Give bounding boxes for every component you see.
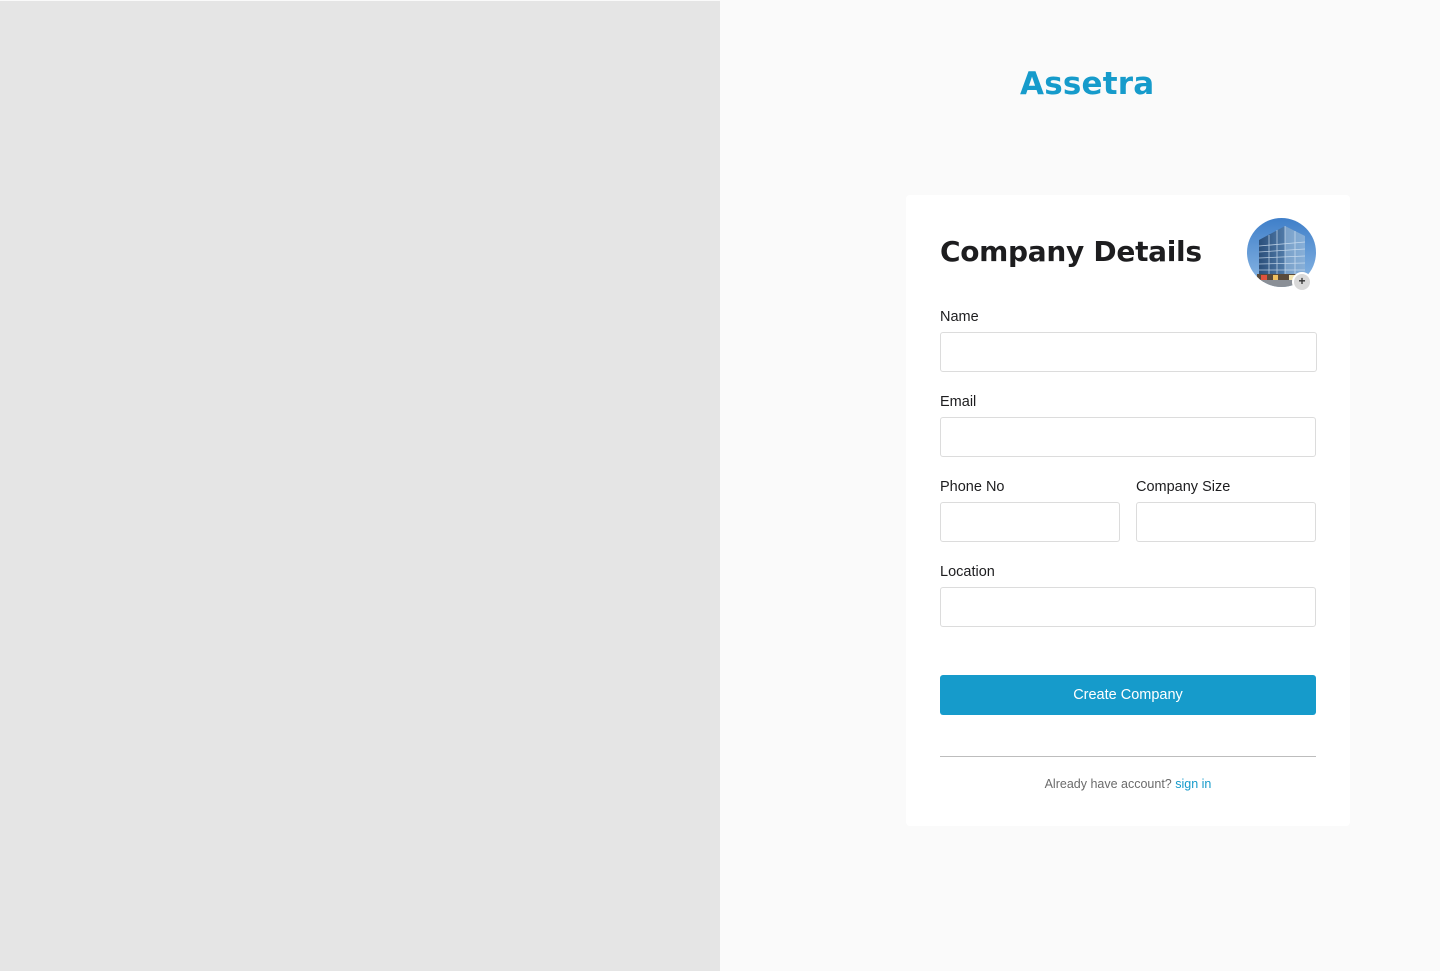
location-label: Location [940, 564, 995, 580]
company-details-card: Company Details + Name Email Phone No Co… [906, 195, 1350, 826]
name-input[interactable] [940, 332, 1317, 372]
company-size-label: Company Size [1136, 479, 1231, 495]
email-input[interactable] [940, 417, 1316, 457]
phone-label: Phone No [940, 479, 1005, 495]
create-company-button[interactable]: Create Company [940, 675, 1316, 715]
company-size-input[interactable] [1136, 502, 1316, 542]
brand-logo: Assetra [1020, 66, 1155, 102]
add-photo-button[interactable]: + [1292, 272, 1312, 292]
phone-input[interactable] [940, 502, 1120, 542]
signin-row: Already have account? sign in [940, 777, 1316, 791]
email-label: Email [940, 394, 977, 410]
signin-link[interactable]: sign in [1175, 777, 1211, 791]
name-label: Name [940, 309, 979, 325]
page: Assetra Company Details + Name Email Pho… [0, 0, 1440, 971]
location-input[interactable] [940, 587, 1316, 627]
signin-prompt: Already have account? [1044, 777, 1172, 791]
page-title: Company Details [940, 235, 1202, 268]
divider [940, 756, 1316, 757]
left-image-panel [0, 1, 720, 971]
